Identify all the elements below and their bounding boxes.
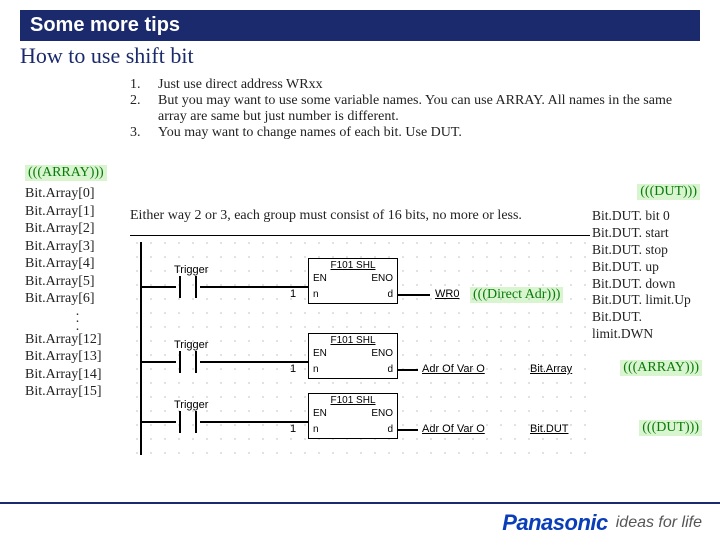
output-var: Bit.DUT: [530, 423, 569, 435]
function-block: F101 SHL EN ENO n d: [308, 258, 398, 304]
dut-item: Bit.DUT. limit.DWN: [592, 309, 702, 343]
array-item: Bit.Array[3]: [25, 238, 130, 256]
pin-eno: ENO: [371, 408, 393, 419]
tip-number: 1.: [130, 77, 158, 93]
brand-name: Panasonic: [502, 510, 608, 536]
pin-n: n: [313, 424, 319, 435]
pin-d: d: [387, 289, 393, 300]
output-var: Bit.Array: [530, 363, 572, 375]
pin-d: d: [387, 364, 393, 375]
pin-n: n: [313, 289, 319, 300]
wire: [140, 361, 176, 363]
output-label: Adr Of Var O: [422, 363, 485, 375]
tag-array: (((ARRAY))): [620, 360, 702, 376]
array-item: Bit.Array[14]: [25, 366, 130, 384]
tag-array: (((ARRAY))): [25, 165, 107, 181]
constant-one: 1: [290, 288, 296, 300]
array-item: Bit.Array[12]: [25, 331, 130, 349]
ladder-diagram: Trigger F101 SHL EN ENO n d 1 WR0 Trigge…: [130, 235, 590, 455]
pin-en: EN: [313, 408, 327, 419]
wire: [140, 421, 176, 423]
output-label: Adr Of Var O: [422, 423, 485, 435]
dut-item: Bit.DUT. bit 0: [592, 208, 702, 225]
tag-dut: (((DUT))): [637, 184, 700, 200]
array-item: Bit.Array[4]: [25, 255, 130, 273]
tip-number: 3.: [130, 125, 158, 141]
dut-item: Bit.DUT. limit.Up: [592, 292, 702, 309]
dut-item: Bit.DUT. up: [592, 259, 702, 276]
brand-slogan: ideas for life: [616, 514, 702, 532]
pin-eno: ENO: [371, 273, 393, 284]
pin-en: EN: [313, 273, 327, 284]
wire: [140, 286, 176, 288]
footer-rule: [0, 502, 720, 504]
pin-n: n: [313, 364, 319, 375]
wire: [398, 294, 430, 296]
fblock-title: F101 SHL: [309, 335, 397, 346]
array-item: Bit.Array[5]: [25, 273, 130, 291]
dut-item: Bit.DUT. start: [592, 225, 702, 242]
tip-number: 2.: [130, 93, 158, 125]
pin-d: d: [387, 424, 393, 435]
constant-one: 1: [290, 363, 296, 375]
tip-text: You may want to change names of each bit…: [158, 125, 700, 141]
brand-logo: Panasonic ideas for life: [502, 510, 702, 536]
tips-list: 1. Just use direct address WRxx 2. But y…: [130, 77, 700, 141]
array-item: Bit.Array[15]: [25, 383, 130, 401]
either-way-note: Either way 2 or 3, each group must consi…: [130, 208, 610, 224]
function-block: F101 SHL EN ENO n d: [308, 333, 398, 379]
ellipsis-icon: .: [25, 323, 130, 331]
ladder-rung: Trigger F101 SHL EN ENO n d 1 Adr Of Var…: [140, 391, 590, 451]
dut-item: Bit.DUT. stop: [592, 242, 702, 259]
fblock-title: F101 SHL: [309, 395, 397, 406]
contact-icon: [176, 355, 200, 369]
ladder-rung: Trigger F101 SHL EN ENO n d 1 WR0: [140, 256, 590, 316]
tag-dut: (((DUT))): [639, 420, 702, 436]
constant-one: 1: [290, 423, 296, 435]
function-block: F101 SHL EN ENO n d: [308, 393, 398, 439]
ladder-rung: Trigger F101 SHL EN ENO n d 1 Adr Of Var…: [140, 331, 590, 391]
array-item: Bit.Array[0]: [25, 185, 130, 203]
dut-bit-list: Bit.DUT. bit 0 Bit.DUT. start Bit.DUT. s…: [592, 208, 702, 343]
title-bar: Some more tips: [20, 10, 700, 41]
array-item: Bit.Array[1]: [25, 203, 130, 221]
dut-item: Bit.DUT. down: [592, 276, 702, 293]
wire: [398, 429, 418, 431]
subtitle: How to use shift bit: [20, 43, 700, 69]
output-label: WR0: [435, 288, 459, 300]
array-item: Bit.Array[13]: [25, 348, 130, 366]
page-title: Some more tips: [30, 14, 180, 36]
pin-en: EN: [313, 348, 327, 359]
contact-label: Trigger: [174, 339, 208, 351]
tip-text: Just use direct address WRxx: [158, 77, 700, 93]
array-item: Bit.Array[2]: [25, 220, 130, 238]
pin-eno: ENO: [371, 348, 393, 359]
tip-text: But you may want to use some variable na…: [158, 93, 700, 125]
contact-label: Trigger: [174, 264, 208, 276]
fblock-title: F101 SHL: [309, 260, 397, 271]
wire: [398, 369, 418, 371]
contact-icon: [176, 415, 200, 429]
contact-label: Trigger: [174, 399, 208, 411]
contact-icon: [176, 280, 200, 294]
footer: Panasonic ideas for life: [0, 502, 720, 550]
array-bit-list: Bit.Array[0] Bit.Array[1] Bit.Array[2] B…: [25, 185, 130, 401]
